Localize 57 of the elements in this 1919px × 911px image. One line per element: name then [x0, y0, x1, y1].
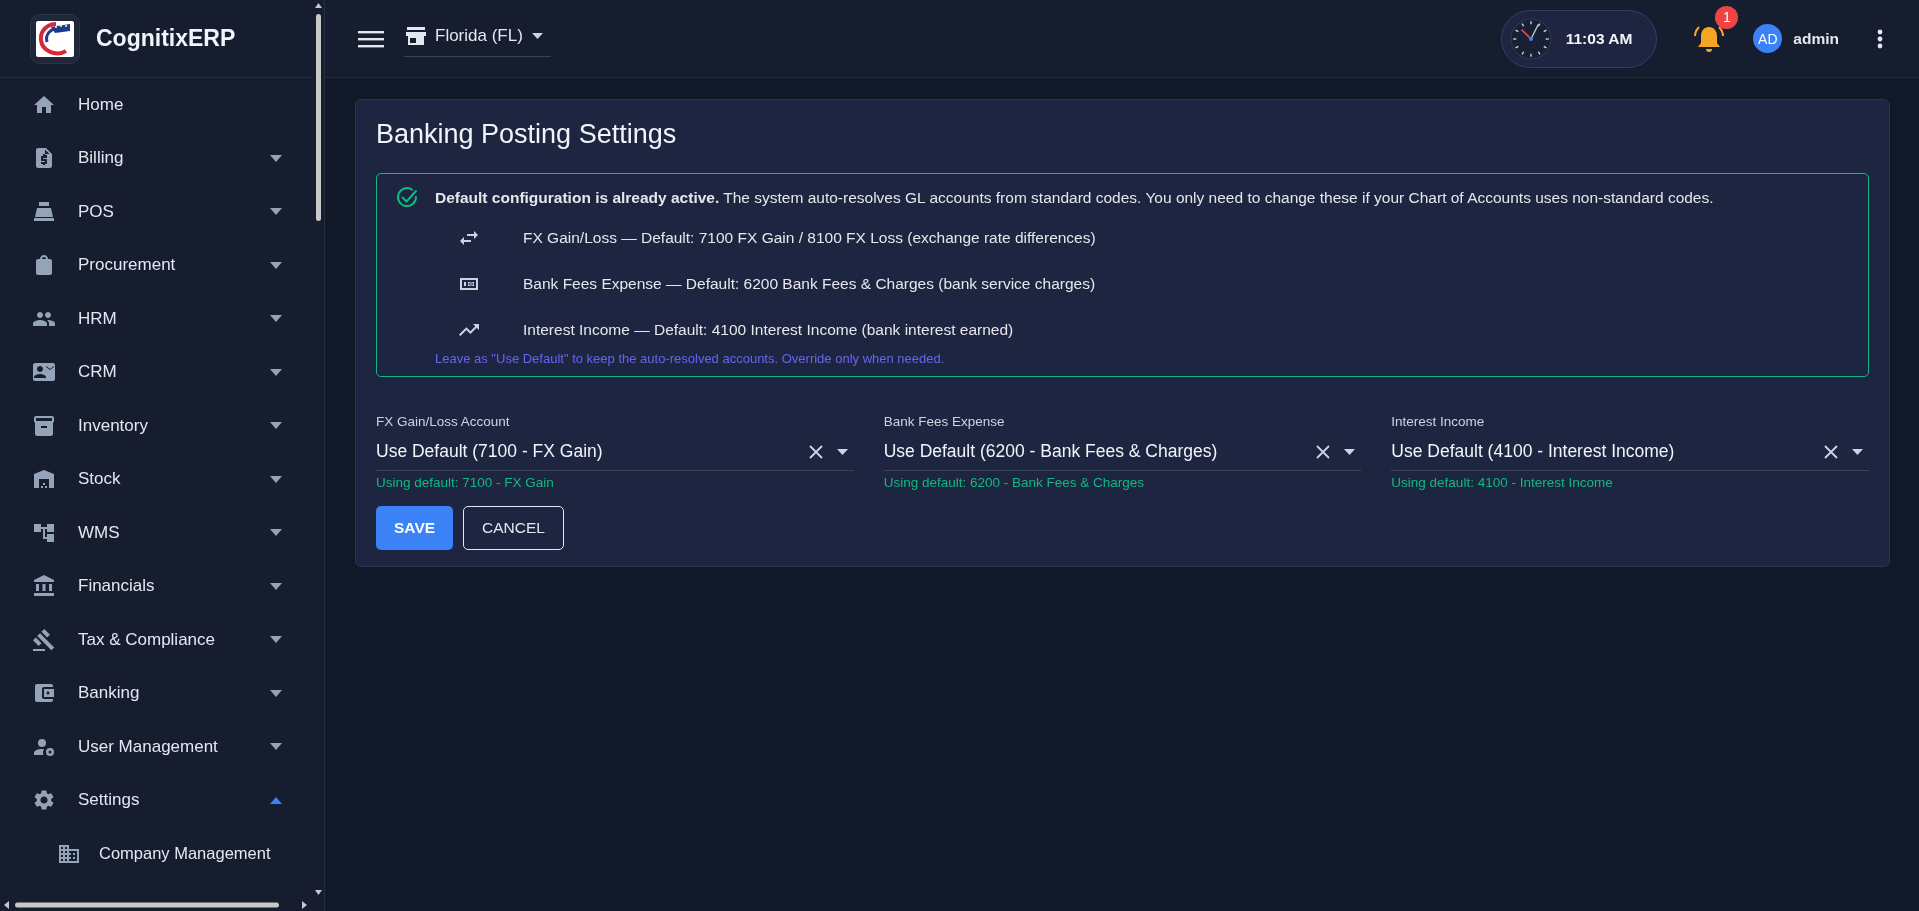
archive-box-icon: [32, 413, 56, 438]
clock-time: 11:03 AM: [1565, 29, 1633, 48]
logo-icon: [30, 13, 80, 64]
clear-icon[interactable]: [1824, 444, 1838, 459]
caret-down-icon: [836, 448, 848, 455]
menu-icon[interactable]: [358, 28, 384, 49]
clear-icon[interactable]: [808, 444, 823, 459]
vertical-scrollbar[interactable]: [313, 0, 324, 898]
sidebar-item[interactable]: POS: [0, 185, 312, 239]
cash-register-icon: [32, 199, 56, 224]
field-label: Interest Income: [1391, 414, 1486, 429]
store-icon: [406, 27, 426, 45]
sidebar-item[interactable]: Settings: [0, 773, 312, 827]
helper-text: Using default: 4100 - Interest Income: [1391, 475, 1614, 490]
location-dropdown[interactable]: Florida (FL): [404, 20, 551, 57]
info-text: FX Gain/Loss — Default: 7100 FX Gain / 8100 FX Loss (exchange rate differences): [523, 229, 1096, 247]
field-label: Bank Fees Expense: [883, 414, 1006, 429]
clear-icon[interactable]: [1316, 444, 1331, 459]
brand-name: CognitixERP: [96, 25, 236, 52]
select-field[interactable]: Use Default (6200 - Bank Fees & Charges): [883, 433, 1362, 471]
more-icon[interactable]: [1877, 28, 1883, 49]
sidebar-item[interactable]: Financials: [0, 559, 312, 613]
sidebar-item[interactable]: Procurement: [0, 238, 312, 292]
sidebar-item[interactable]: Tax & Compliance: [0, 613, 312, 667]
info-text: Bank Fees Expense — Default: 6200 Bank Fees & Charges (bank service charges): [523, 275, 1096, 293]
save-button[interactable]: SAVE: [376, 506, 454, 550]
select-field[interactable]: Use Default (4100 - Interest Income): [1391, 433, 1869, 471]
helper-text: Using default: 7100 - FX Gain: [376, 475, 555, 490]
info-text: Interest Income — Default: 4100 Interest Income (bank interest earned): [523, 321, 1014, 339]
sidebar-subitem[interactable]: Company Management: [0, 827, 312, 881]
info-message: Default configuration is already active. The system auto-resolves GL accounts from standard codes. You only need to change these if your Chart of Accounts uses non-standard codes.: [435, 188, 1714, 208]
gavel-icon: [32, 627, 56, 652]
caret-down-icon: [531, 33, 543, 39]
check-circle-icon: [395, 186, 419, 210]
caret-down-icon: [1344, 448, 1356, 455]
sidebar-item[interactable]: Home: [0, 78, 312, 132]
cancel-button[interactable]: CANCEL: [463, 506, 564, 550]
sidebar-item[interactable]: Inventory: [0, 399, 312, 453]
sidebar-item[interactable]: WMS: [0, 506, 312, 560]
select-field[interactable]: Use Default (7100 - FX Gain): [376, 433, 854, 471]
notification-badge: 1: [1715, 5, 1739, 29]
sidebar-item[interactable]: Stock: [0, 452, 312, 506]
caret-down-icon: [1852, 448, 1863, 455]
settings-icon: [32, 788, 56, 813]
user-name: admin: [1793, 29, 1839, 48]
helper-text: Using default: 6200 - Bank Fees & Charges: [883, 475, 1146, 490]
info-note: Leave as "Use Default" to keep the auto-resolved accounts. Override only when needed.: [435, 351, 946, 366]
field-label: FX Gain/Loss Account: [376, 414, 511, 429]
user-avatar[interactable]: AD: [1753, 24, 1783, 53]
sidebar-item[interactable]: Billing: [0, 131, 312, 185]
sidebar-item[interactable]: CRM: [0, 345, 312, 399]
sidebar-item[interactable]: HRM: [0, 292, 312, 346]
clock-icon: [1509, 17, 1552, 60]
sidebar-item[interactable]: Banking: [0, 666, 312, 720]
bank-icon: [32, 574, 56, 599]
sidebar-item[interactable]: User Management: [0, 720, 312, 774]
page-title: Banking Posting Settings: [376, 118, 677, 150]
